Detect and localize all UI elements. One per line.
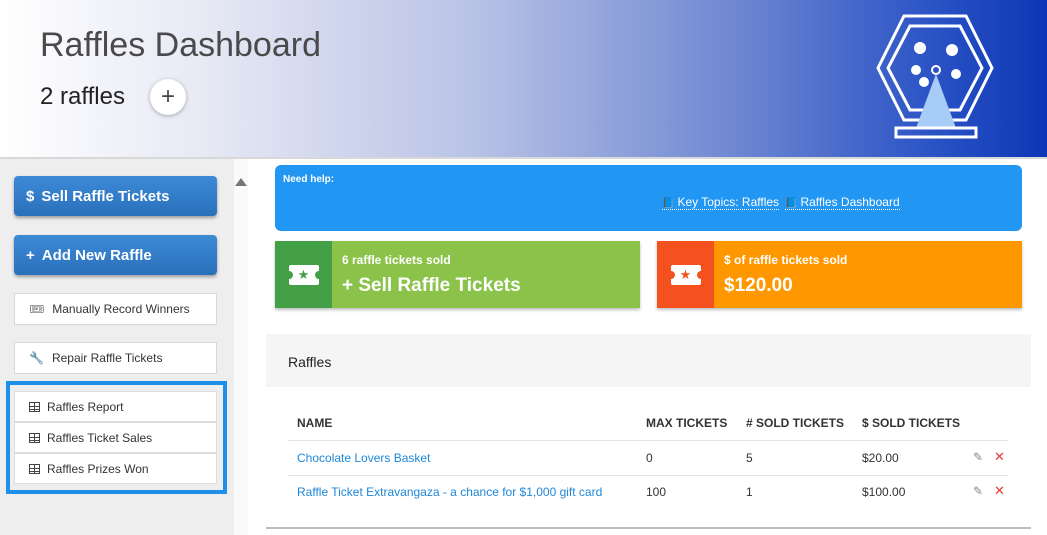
raffle-sold-tickets: 5 bbox=[746, 451, 753, 465]
amount-sold-card: ★ $ of raffle tickets sold $120.00 bbox=[657, 241, 1022, 308]
raffles-panel-header: Raffles bbox=[266, 334, 1031, 387]
page-title: Raffles Dashboard bbox=[40, 26, 321, 64]
sell-raffle-tickets-button[interactable]: $ Sell Raffle Tickets bbox=[14, 176, 217, 216]
raffles-panel-title: Raffles bbox=[288, 354, 332, 370]
manually-record-winners-button[interactable]: 🎟 Manually Record Winners bbox=[14, 293, 217, 325]
raffles-report-label: Raffles Report bbox=[47, 399, 124, 414]
sidebar-scrollbar[interactable] bbox=[234, 159, 248, 535]
raffles-prizes-won-link[interactable]: Raffles Prizes Won bbox=[14, 453, 217, 484]
table-icon bbox=[29, 463, 40, 474]
column-header-max-tickets[interactable]: MAX TICKETS bbox=[646, 416, 727, 430]
sell-raffle-tickets-card-label: + Sell Raffle Tickets bbox=[342, 275, 521, 296]
help-link-key-topics[interactable]: 📘 Key Topics: Raffles bbox=[662, 195, 780, 210]
ticket-star-icon: ★ bbox=[666, 264, 705, 285]
column-header-name[interactable]: NAME bbox=[297, 416, 332, 430]
table-icon bbox=[29, 401, 40, 412]
raffle-name-link[interactable]: Raffle Ticket Extravangaza - a chance fo… bbox=[297, 485, 602, 499]
column-header-sold-amount[interactable]: $ SOLD TICKETS bbox=[862, 416, 960, 430]
add-new-raffle-button[interactable]: + Add New Raffle bbox=[14, 235, 217, 275]
edit-pencil-icon[interactable]: ✎ bbox=[973, 484, 983, 498]
ticket-icon: 🎟 bbox=[29, 302, 45, 316]
raffle-name-link[interactable]: Chocolate Lovers Basket bbox=[297, 451, 430, 465]
ticket-star-icon-area: ★ bbox=[275, 241, 332, 308]
edit-pencil-icon[interactable]: ✎ bbox=[973, 450, 983, 464]
delete-x-icon[interactable]: ✕ bbox=[994, 449, 1005, 465]
help-link-key-topics-label: Key Topics: Raffles bbox=[677, 195, 780, 209]
page-header: Raffles Dashboard 2 raffles + bbox=[0, 0, 1047, 157]
repair-raffle-tickets-label: Repair Raffle Tickets bbox=[51, 351, 163, 365]
sell-raffle-tickets-label: Sell Raffle Tickets bbox=[41, 187, 170, 205]
help-link-dashboard-label: Raffles Dashboard bbox=[800, 195, 900, 209]
raffles-ticket-sales-link[interactable]: Raffles Ticket Sales bbox=[14, 422, 217, 453]
help-title: Need help: bbox=[283, 174, 335, 185]
raffle-max-tickets: 100 bbox=[646, 485, 667, 499]
wrench-icon: 🔧 bbox=[29, 351, 44, 365]
tickets-sold-card[interactable]: ★ 6 raffle tickets sold + Sell Raffle Ti… bbox=[275, 241, 640, 308]
book-icon: 📘 bbox=[785, 198, 798, 209]
raffles-ticket-sales-label: Raffles Ticket Sales bbox=[47, 430, 153, 445]
dollar-icon: $ bbox=[26, 187, 35, 205]
raffle-count: 2 raffles bbox=[40, 83, 125, 110]
column-header-sold-tickets[interactable]: # SOLD TICKETS bbox=[746, 416, 844, 430]
raffle-drum-logo-icon bbox=[876, 14, 994, 139]
raffles-prizes-won-label: Raffles Prizes Won bbox=[47, 461, 149, 476]
table-header-divider bbox=[288, 440, 1008, 441]
tickets-sold-count: 6 raffle tickets sold bbox=[342, 253, 451, 267]
manually-record-winners-label: Manually Record Winners bbox=[52, 302, 190, 316]
raffle-sold-amount: $100.00 bbox=[862, 485, 906, 499]
help-banner: Need help: 📘 Key Topics: Raffles 📘 Raffles… bbox=[275, 165, 1022, 231]
amount-sold-label: $ of raffle tickets sold bbox=[724, 253, 848, 267]
raffle-sold-tickets: 1 bbox=[746, 485, 753, 499]
raffle-sold-amount: $20.00 bbox=[862, 451, 899, 465]
add-raffle-circle-button[interactable]: + bbox=[150, 79, 186, 115]
delete-x-icon[interactable]: ✕ bbox=[994, 483, 1005, 499]
ticket-star-icon-area: ★ bbox=[657, 241, 714, 308]
amount-sold-value: $120.00 bbox=[724, 275, 793, 296]
table-row-divider bbox=[288, 475, 1008, 476]
scroll-up-arrow-icon[interactable] bbox=[235, 178, 247, 186]
ticket-star-icon: ★ bbox=[284, 264, 323, 285]
repair-raffle-tickets-button[interactable]: 🔧 Repair Raffle Tickets bbox=[14, 342, 217, 374]
book-icon: 📘 bbox=[662, 198, 675, 209]
raffles-panel: Raffles bbox=[266, 334, 1031, 529]
raffle-max-tickets: 0 bbox=[646, 451, 653, 465]
plus-icon: + bbox=[26, 246, 35, 264]
raffles-report-link[interactable]: Raffles Report bbox=[14, 391, 217, 422]
add-new-raffle-label: Add New Raffle bbox=[41, 246, 152, 264]
help-link-dashboard[interactable]: 📘 Raffles Dashboard bbox=[785, 195, 900, 210]
table-icon bbox=[29, 432, 40, 443]
